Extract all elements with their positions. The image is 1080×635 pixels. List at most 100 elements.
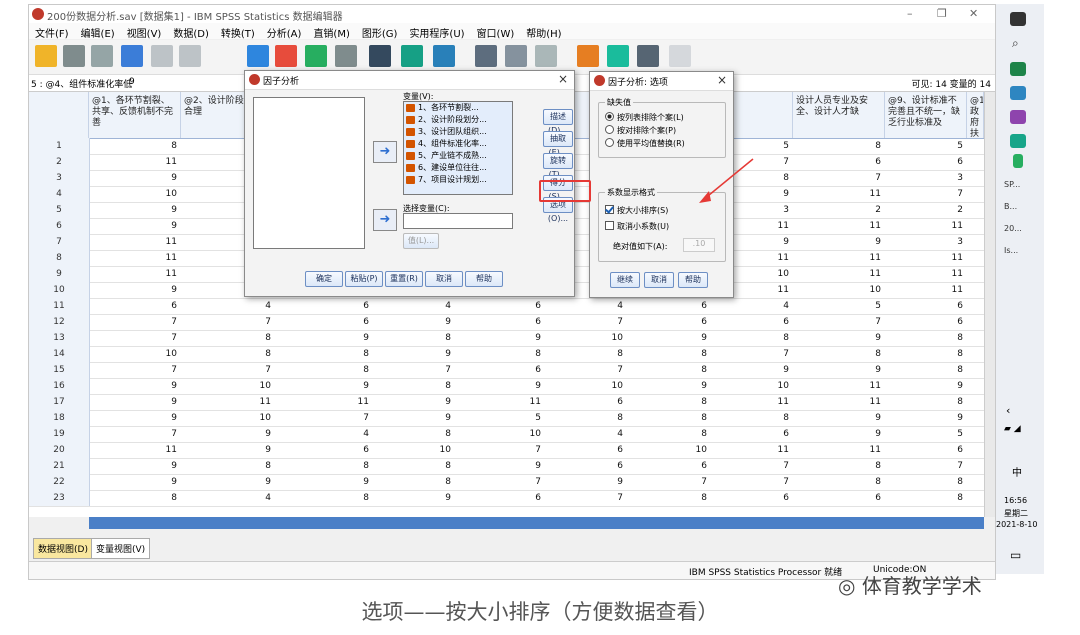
table-cell[interactable]: 7 [711, 474, 793, 490]
table-cell[interactable]: 10 [181, 410, 275, 426]
table-cell[interactable]: 6 [545, 394, 627, 410]
table-row[interactable]: 15 7 7 8 7 6 7 8 9 9 8 [29, 362, 984, 379]
table-cell[interactable]: 7 [545, 490, 627, 506]
table-cell[interactable]: 11 [885, 282, 967, 298]
table-cell[interactable]: 11 [455, 394, 545, 410]
table-cell[interactable]: 11 [793, 266, 885, 282]
table-cell[interactable]: 8 [89, 490, 181, 506]
use-sets-icon[interactable] [607, 45, 629, 67]
table-cell[interactable]: 10 [89, 186, 181, 202]
row-number[interactable]: 23 [29, 490, 90, 506]
variable-item[interactable]: 5、产业链不成熟... [404, 150, 512, 162]
options-help-button[interactable]: 帮助 [678, 272, 708, 288]
value-button[interactable]: 值(L)... [403, 233, 439, 249]
dialog-button-4[interactable]: 帮助 [465, 271, 503, 287]
menu-item-7[interactable]: 图形(G) [356, 23, 404, 40]
table-cell[interactable]: 8 [627, 394, 711, 410]
column-header[interactable]: 设计人员专业及安全、设计人才缺 [793, 92, 885, 138]
table-cell[interactable]: 9 [275, 330, 373, 346]
table-cell[interactable]: 8 [275, 458, 373, 474]
table-cell[interactable]: 8 [711, 410, 793, 426]
table-cell[interactable]: 9 [181, 426, 275, 442]
row-number[interactable]: 8 [29, 250, 90, 266]
table-cell[interactable]: 7 [885, 458, 967, 474]
table-cell[interactable]: 9 [89, 474, 181, 490]
table-cell[interactable]: 8 [89, 138, 181, 154]
table-cell[interactable]: 7 [455, 442, 545, 458]
table-cell[interactable]: 8 [373, 458, 455, 474]
menu-item-10[interactable]: 帮助(H) [520, 23, 567, 40]
table-cell[interactable]: 9 [181, 474, 275, 490]
table-cell[interactable]: 9 [885, 378, 967, 394]
table-cell[interactable]: 11 [793, 250, 885, 266]
selection-variable-field[interactable] [403, 213, 513, 229]
table-cell[interactable]: 7 [793, 170, 885, 186]
table-cell[interactable]: 9 [275, 378, 373, 394]
table-cell[interactable]: 9 [89, 218, 181, 234]
table-cell[interactable]: 8 [793, 346, 885, 362]
table-row[interactable]: 11 6 4 6 4 6 4 6 4 5 6 [29, 298, 984, 315]
table-row[interactable]: 18 9 10 7 9 5 8 8 8 9 9 [29, 410, 984, 427]
column-header[interactable]: @1、各环节割裂、共享、反馈机制不完善 [89, 92, 181, 138]
variable-item[interactable]: 2、设计阶段划分... [404, 114, 512, 126]
row-number[interactable]: 12 [29, 314, 90, 330]
variables-list[interactable]: 1、各环节割裂... 2、设计阶段划分... 3、设计团队组织... 4、组件标准化率… [403, 101, 513, 195]
table-cell[interactable]: 8 [885, 474, 967, 490]
table-cell[interactable]: 11 [89, 234, 181, 250]
table-cell[interactable]: 8 [885, 394, 967, 410]
table-cell[interactable]: 6 [627, 298, 711, 314]
table-cell[interactable]: 7 [89, 426, 181, 442]
variable-item[interactable]: 4、组件标准化率... [404, 138, 512, 150]
taskbar-item-3[interactable]: 20... [1004, 224, 1022, 233]
table-row[interactable]: 20 11 9 6 10 7 6 10 11 11 6 [29, 442, 984, 459]
table-cell[interactable]: 9 [793, 362, 885, 378]
table-cell[interactable]: 8 [373, 330, 455, 346]
table-cell[interactable]: 8 [627, 426, 711, 442]
table-cell[interactable]: 8 [885, 346, 967, 362]
table-cell[interactable]: 4 [545, 426, 627, 442]
table-cell[interactable]: 11 [793, 442, 885, 458]
table-cell[interactable]: 9 [373, 410, 455, 426]
move-to-variables-arrow-icon[interactable]: ➜ [373, 141, 397, 163]
table-cell[interactable]: 4 [181, 490, 275, 506]
table-cell[interactable]: 11 [89, 250, 181, 266]
absolute-value-field[interactable]: .10 [683, 238, 715, 252]
table-cell[interactable]: 7 [181, 362, 275, 378]
table-cell[interactable]: 10 [627, 442, 711, 458]
table-cell[interactable]: 6 [275, 314, 373, 330]
table-cell[interactable]: 6 [545, 458, 627, 474]
redo-icon[interactable] [179, 45, 201, 67]
row-number[interactable]: 1 [29, 138, 90, 154]
table-cell[interactable]: 5 [885, 426, 967, 442]
table-cell[interactable]: 10 [89, 346, 181, 362]
table-cell[interactable]: 9 [89, 410, 181, 426]
table-row[interactable]: 21 9 8 8 8 9 6 6 7 8 7 [29, 458, 984, 475]
options-cancel-button[interactable]: 取消 [644, 272, 674, 288]
row-number[interactable]: 9 [29, 266, 90, 282]
table-row[interactable]: 16 9 10 9 8 9 10 9 10 11 9 [29, 378, 984, 395]
variable-item[interactable]: 6、建设单位往往... [404, 162, 512, 174]
row-number[interactable]: 2 [29, 154, 90, 170]
table-row[interactable]: 13 7 8 9 8 9 10 9 8 9 8 [29, 330, 984, 347]
table-cell[interactable]: 11 [89, 442, 181, 458]
table-cell[interactable]: 6 [885, 154, 967, 170]
move-to-selection-arrow-icon[interactable]: ➜ [373, 209, 397, 231]
row-number[interactable]: 4 [29, 186, 90, 202]
dialog-close-icon[interactable]: × [558, 72, 568, 86]
table-cell[interactable]: 8 [627, 362, 711, 378]
close-button[interactable]: ✕ [969, 7, 978, 20]
network-volume-icon[interactable]: ▰ ◢ [1004, 424, 1021, 434]
table-cell[interactable]: 4 [711, 298, 793, 314]
continue-button[interactable]: 继续 [610, 272, 640, 288]
table-cell[interactable]: 6 [545, 442, 627, 458]
table-cell[interactable]: 7 [455, 474, 545, 490]
table-cell[interactable]: 8 [711, 330, 793, 346]
table-cell[interactable]: 7 [627, 474, 711, 490]
table-cell[interactable]: 7 [89, 330, 181, 346]
table-cell[interactable]: 7 [89, 314, 181, 330]
table-cell[interactable]: 8 [275, 490, 373, 506]
table-cell[interactable]: 8 [181, 330, 275, 346]
table-cell[interactable]: 8 [545, 410, 627, 426]
cell-value[interactable]: 9 [129, 77, 135, 87]
row-number[interactable]: 5 [29, 202, 90, 218]
